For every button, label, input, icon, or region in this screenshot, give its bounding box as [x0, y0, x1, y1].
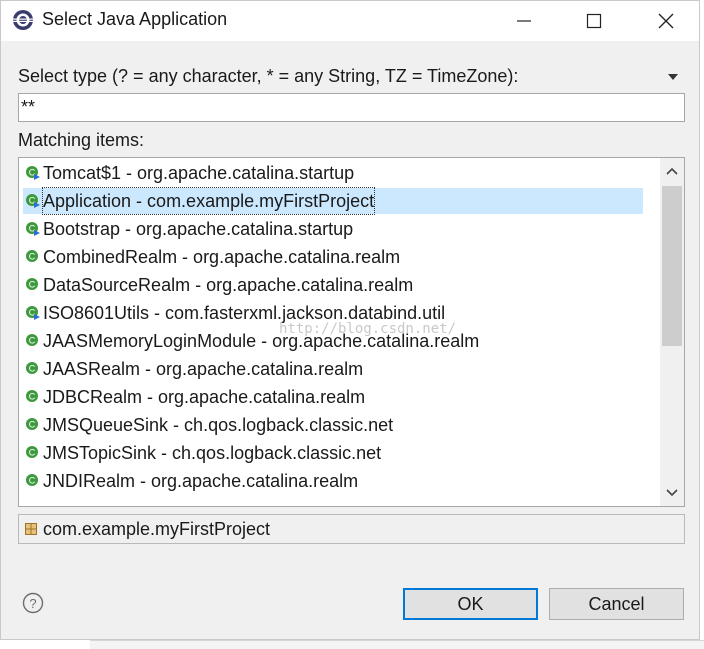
package-icon [25, 523, 37, 535]
java-class-runnable-icon: C [26, 306, 40, 320]
help-icon[interactable]: ? [22, 592, 44, 614]
list-item[interactable]: C JMSQueueSink - ch.qos.logback.classic.n… [23, 412, 643, 438]
svg-text:C: C [29, 364, 36, 374]
list-item-label: JAASRealm - org.apache.catalina.realm [43, 359, 364, 379]
list-item[interactable]: C CombinedRealm - org.apache.catalina.rea… [23, 244, 643, 270]
title-bar[interactable]: Select Java Application [1, 1, 699, 41]
scroll-down-button[interactable] [660, 480, 684, 506]
eclipse-icon [13, 10, 33, 30]
java-class-runnable-icon: C [26, 222, 40, 236]
list-item-label: JMSTopicSink - ch.qos.logback.classic.ne… [43, 443, 382, 463]
package-name: com.example.myFirstProject [43, 519, 271, 539]
type-filter-label: Select type (? = any character, * = any … [18, 66, 519, 86]
matching-items-list[interactable]: C Tomcat$1 - org.apache.catalina.startup C… [18, 157, 685, 507]
list-item-label: Bootstrap - org.apache.catalina.startup [43, 219, 354, 239]
chevron-down-icon [666, 489, 678, 497]
list-item[interactable]: C JAASRealm - org.apache.catalina.realm [23, 356, 643, 382]
close-icon [658, 13, 674, 29]
list-item[interactable]: C Bootstrap - org.apache.catalina.startup [23, 216, 643, 242]
svg-text:C: C [29, 280, 36, 290]
svg-text:C: C [29, 252, 36, 262]
java-class-icon: C [26, 446, 38, 458]
minimize-icon [517, 20, 531, 22]
list-item[interactable]: C JDBCRealm - org.apache.catalina.realm [23, 384, 643, 410]
java-class-runnable-icon: C [26, 194, 40, 208]
svg-text:C: C [29, 392, 36, 402]
list-item-label: CombinedRealm - org.apache.catalina.real… [43, 247, 401, 267]
minimize-button[interactable] [501, 1, 547, 41]
svg-text:C: C [29, 336, 36, 346]
type-filter-input[interactable]: ** [18, 93, 685, 122]
java-class-icon: C [26, 362, 38, 374]
package-status: com.example.myFirstProject [18, 514, 685, 544]
list-item[interactable]: C JMSTopicSink - ch.qos.logback.classic.n… [23, 440, 643, 466]
svg-text:C: C [29, 420, 36, 430]
java-class-runnable-icon: C [26, 166, 40, 180]
java-class-icon: C [26, 334, 38, 346]
svg-text:C: C [29, 476, 36, 486]
chevron-up-icon [666, 167, 678, 175]
ok-button[interactable]: OK [403, 588, 538, 620]
select-java-application-dialog: Select Java Application Select type (? =… [0, 0, 700, 640]
java-class-icon: C [26, 474, 38, 486]
list-item[interactable]: C Application - com.example.myFirstProjec… [23, 187, 643, 215]
list-item-label: JNDIRealm - org.apache.catalina.realm [43, 471, 359, 491]
list-item-label: DataSourceRealm - org.apache.catalina.re… [43, 275, 414, 295]
scroll-up-button[interactable] [660, 158, 684, 184]
maximize-icon [586, 13, 602, 29]
java-class-icon: C [26, 250, 38, 262]
java-class-icon: C [26, 390, 38, 402]
list-item-label: JMSQueueSink - ch.qos.logback.classic.ne… [43, 415, 394, 435]
cancel-button[interactable]: Cancel [549, 588, 684, 620]
svg-text:C: C [29, 448, 36, 458]
java-class-icon: C [26, 418, 38, 430]
window-title: Select Java Application [42, 9, 228, 29]
list-item[interactable]: C DataSourceRealm - org.apache.catalina.r… [23, 272, 643, 298]
svg-text:?: ? [29, 596, 36, 611]
close-button[interactable] [643, 1, 689, 41]
list-item-label: Application - com.example.myFirstProject [41, 187, 376, 215]
matching-items-label: Matching items: [18, 130, 145, 150]
maximize-button[interactable] [571, 1, 617, 41]
vertical-scrollbar[interactable] [660, 158, 684, 506]
watermark: http://blog.csdn.net/ [279, 321, 457, 337]
scroll-thumb[interactable] [662, 186, 682, 346]
list-item[interactable]: C Tomcat$1 - org.apache.catalina.startup [23, 160, 643, 186]
list-item-label: JDBCRealm - org.apache.catalina.realm [43, 387, 366, 407]
list-item-label: Tomcat$1 - org.apache.catalina.startup [43, 163, 355, 183]
background-window-edge [700, 0, 704, 648]
list-item[interactable]: C JNDIRealm - org.apache.catalina.realm [23, 468, 643, 494]
chevron-down-icon[interactable] [665, 71, 681, 83]
java-class-icon: C [26, 278, 38, 290]
